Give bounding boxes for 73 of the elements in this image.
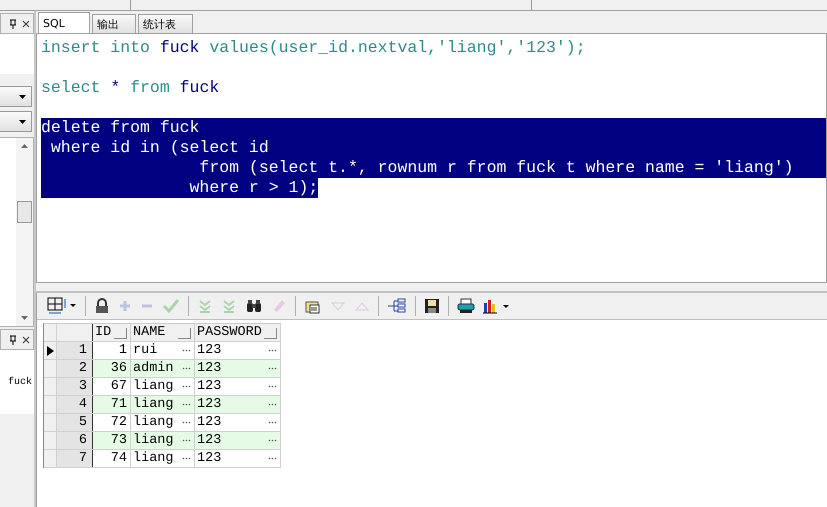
table-cell: 72	[110, 415, 127, 430]
ellipsis-icon[interactable]	[268, 349, 277, 352]
pin-icon[interactable]	[9, 334, 17, 344]
table-cell: rui	[133, 343, 158, 358]
caret-icon	[19, 94, 26, 98]
table-cell: liang	[133, 379, 174, 394]
table-cell: liang	[133, 451, 174, 466]
ellipsis-icon[interactable]	[182, 403, 191, 406]
column-header[interactable]: ID	[93, 324, 131, 341]
table-cell: 123	[197, 415, 222, 430]
table-cell: 73	[110, 433, 127, 448]
binoculars-icon[interactable]	[245, 298, 263, 314]
table-cell: 123	[197, 433, 222, 448]
row-number: 4	[57, 396, 93, 413]
scroll-thumb[interactable]	[17, 201, 32, 223]
table-cell: 123	[197, 343, 222, 358]
table-cell: 1	[118, 343, 127, 358]
dropdown[interactable]	[0, 111, 32, 132]
ellipsis-icon[interactable]	[268, 403, 277, 406]
grid-icon[interactable]	[47, 297, 77, 315]
close-icon[interactable]	[22, 20, 30, 28]
scrollbar[interactable]	[16, 138, 33, 326]
row-number: 3	[57, 378, 93, 395]
dropdown[interactable]	[0, 86, 32, 107]
row-number: 7	[57, 450, 93, 467]
code-line: select * from fuck	[41, 78, 220, 98]
close-icon[interactable]	[22, 336, 30, 344]
column-header[interactable]: PASSWORD	[195, 324, 281, 341]
scroll-down-icon[interactable]	[21, 316, 28, 320]
sql-editor[interactable]: insert into fuck values(user_id.nextval,'liang','123'); select * from fuck delete from fuck where id in (select id from (select t.*, rownum r from fuck t where name = 'liang') where r > 1);	[36, 33, 827, 283]
ellipsis-icon[interactable]	[268, 439, 277, 442]
printer-icon[interactable]	[457, 298, 475, 314]
lock-icon[interactable]	[94, 298, 110, 314]
ellipsis-icon[interactable]	[268, 367, 277, 370]
column-header[interactable]: NAME	[131, 324, 195, 341]
ellipsis-icon[interactable]	[182, 439, 191, 442]
table-cell: 123	[197, 379, 222, 394]
table-cell: 67	[110, 379, 127, 394]
ellipsis-icon[interactable]	[182, 457, 191, 460]
tree-icon[interactable]	[387, 298, 407, 314]
save-icon[interactable]	[424, 298, 440, 314]
ellipsis-icon[interactable]	[182, 367, 191, 370]
ellipsis-icon[interactable]	[182, 421, 191, 424]
table-cell: 74	[110, 451, 127, 466]
pin-icon[interactable]	[9, 18, 17, 28]
row-number: 2	[57, 360, 93, 377]
table-cell: 123	[197, 451, 222, 466]
table-cell: 123	[197, 361, 222, 376]
bar-chart-icon[interactable]	[483, 298, 511, 314]
table-cell: 71	[110, 397, 127, 412]
ellipsis-icon[interactable]	[268, 385, 277, 388]
current-row-icon	[46, 346, 54, 356]
table-cell: 123	[197, 397, 222, 412]
row-number: 1	[57, 342, 93, 359]
tab[interactable]: SQL	[38, 12, 90, 33]
tab[interactable]: 输出	[92, 14, 136, 33]
row-indicator[interactable]	[44, 342, 57, 359]
ellipsis-icon[interactable]	[182, 385, 191, 388]
caret-icon	[19, 120, 26, 124]
tab[interactable]: 统计表	[138, 14, 193, 33]
table-cell: liang	[133, 397, 174, 412]
table-cell: admin	[133, 361, 174, 376]
list-item[interactable]: fuck	[8, 376, 34, 388]
row-number: 6	[57, 432, 93, 449]
ellipsis-icon[interactable]	[268, 457, 277, 460]
table-cell: liang	[133, 433, 174, 448]
table-cell: 36	[110, 361, 127, 376]
table-cell: liang	[133, 415, 174, 430]
scroll-up-icon[interactable]	[21, 144, 28, 148]
ellipsis-icon[interactable]	[182, 349, 191, 352]
row-number: 5	[57, 414, 93, 431]
ellipsis-icon[interactable]	[268, 421, 277, 424]
code-line: insert into fuck values(user_id.nextval,'liang','123');	[41, 38, 586, 58]
